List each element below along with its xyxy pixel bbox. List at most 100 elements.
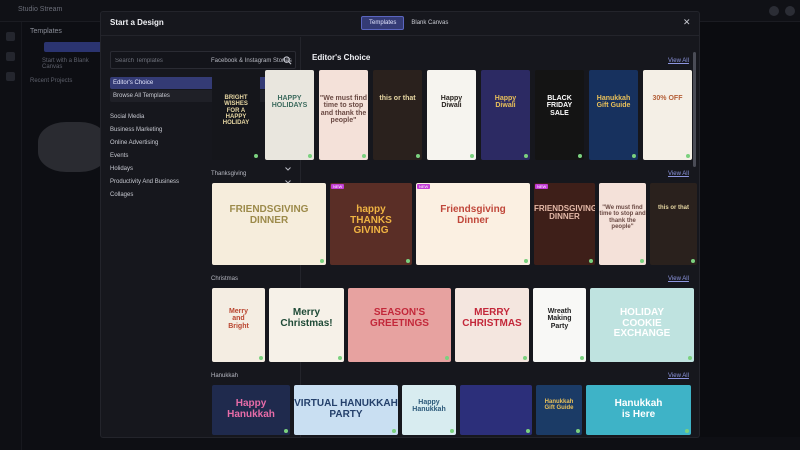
template-card[interactable]: Happy Diwali bbox=[427, 70, 476, 160]
template-status-dot bbox=[308, 154, 312, 158]
template-status-dot bbox=[259, 356, 263, 360]
template-card[interactable]: Merry Christmas! bbox=[269, 288, 344, 362]
template-text: HAPPY HOLIDAYS bbox=[271, 95, 308, 110]
nav-category-label: Events bbox=[110, 153, 129, 159]
help-icon bbox=[769, 6, 779, 16]
section-heading: Editor's Choice bbox=[312, 53, 371, 62]
modal-title: Start a Design bbox=[110, 18, 164, 27]
row-title: Facebook & Instagram Stories bbox=[211, 58, 292, 64]
template-status-dot bbox=[523, 356, 527, 360]
template-status-dot bbox=[362, 154, 366, 158]
template-status-dot bbox=[254, 154, 258, 158]
close-icon[interactable]: ✕ bbox=[683, 17, 691, 28]
template-status-dot bbox=[589, 259, 593, 263]
view-all-link[interactable]: View All bbox=[668, 373, 689, 379]
template-card[interactable]: HAPPY HOLIDAYS bbox=[265, 70, 314, 160]
template-text: Friendsgiving Dinner bbox=[440, 204, 506, 226]
template-status-dot bbox=[578, 154, 582, 158]
nav-category[interactable]: Holidays bbox=[110, 164, 292, 174]
template-status-dot bbox=[320, 259, 324, 263]
view-all-link[interactable]: View All bbox=[668, 171, 689, 177]
template-text: Happy Hanukkah bbox=[227, 398, 275, 420]
template-text: Wreath Making Party bbox=[547, 308, 572, 330]
template-text: HOLIDAY COOKIE EXCHANGE bbox=[613, 307, 671, 339]
template-status-dot bbox=[685, 429, 689, 433]
template-text: happy THANKS GIVING bbox=[350, 204, 392, 236]
template-card[interactable]: "We must find time to stop and thank the… bbox=[319, 70, 368, 160]
template-text: Merry and Bright bbox=[228, 308, 249, 330]
template-card[interactable]: 30% OFF bbox=[643, 70, 692, 160]
tab-templates[interactable]: Templates bbox=[361, 16, 405, 30]
template-status-dot bbox=[688, 356, 692, 360]
template-status-dot bbox=[686, 154, 690, 158]
recent-illustration bbox=[38, 122, 108, 172]
template-status-dot bbox=[632, 154, 636, 158]
start-design-modal: Start a Design Templates Blank Canvas ✕ … bbox=[100, 11, 700, 438]
template-card[interactable]: Merry and Bright bbox=[212, 288, 265, 362]
nav-category-label: Productivity And Business bbox=[110, 179, 180, 185]
template-card[interactable]: "We must find time to stop and thank the… bbox=[599, 183, 646, 265]
new-badge: NEW bbox=[331, 184, 345, 189]
view-all-link[interactable]: View All bbox=[668, 58, 689, 64]
template-text: Merry Christmas! bbox=[280, 307, 333, 329]
template-status-dot bbox=[392, 429, 396, 433]
nav-category-label: Social Media bbox=[110, 114, 145, 120]
app-side-panel: Templates Start with a Blank Canvas Rece… bbox=[22, 22, 114, 450]
template-card[interactable]: this or that bbox=[373, 70, 422, 160]
row-title: Christmas bbox=[211, 276, 239, 282]
template-text: Happy Diwali bbox=[494, 95, 517, 110]
account-icon bbox=[785, 6, 795, 16]
row-title: Thanksgiving bbox=[211, 171, 247, 177]
template-status-dot bbox=[524, 154, 528, 158]
scrollbar[interactable] bbox=[693, 52, 696, 167]
template-text: Hanukkah Gift Guide bbox=[544, 399, 574, 412]
nav-category-label: Collages bbox=[110, 192, 134, 198]
template-card[interactable]: BRIGHT WISHES FOR A HAPPY HOLIDAY bbox=[212, 70, 260, 160]
mode-toggle: Templates Blank Canvas bbox=[361, 16, 455, 30]
view-all-link[interactable]: View All bbox=[668, 276, 689, 282]
template-status-dot bbox=[445, 356, 449, 360]
template-status-dot bbox=[580, 356, 584, 360]
template-card[interactable]: Hanukkah Gift Guide bbox=[589, 70, 638, 160]
template-status-dot bbox=[526, 429, 530, 433]
template-text: "We must find time to stop and thank the… bbox=[319, 95, 368, 125]
template-card[interactable]: Wreath Making Party bbox=[533, 288, 586, 362]
template-status-dot bbox=[576, 429, 580, 433]
template-status-dot bbox=[406, 259, 410, 263]
template-card[interactable]: MERRY CHRISTMAS bbox=[455, 288, 529, 362]
row-title: Hanukkah bbox=[211, 373, 239, 379]
panel-title: Templates bbox=[30, 28, 62, 35]
template-text: 30% OFF bbox=[652, 95, 683, 102]
template-card[interactable]: happy THANKS GIVING NEW bbox=[330, 183, 412, 265]
template-card[interactable]: FRIENDSGIVING DINNER NEW bbox=[534, 183, 595, 265]
template-text: this or that bbox=[658, 205, 689, 211]
template-status-dot bbox=[338, 356, 342, 360]
template-text: BRIGHT WISHES FOR A HAPPY HOLIDAY bbox=[222, 95, 250, 127]
template-card[interactable]: BLACK FRIDAY SALE bbox=[535, 70, 584, 160]
template-card[interactable]: Happy Diwali bbox=[481, 70, 530, 160]
nav-category-label: Holidays bbox=[110, 166, 134, 172]
template-card[interactable]: HOLIDAY COOKIE EXCHANGE bbox=[590, 288, 694, 362]
template-card[interactable]: Happy Hanukkah bbox=[402, 385, 456, 435]
rail-icon-templates bbox=[6, 52, 15, 61]
template-card[interactable]: Hanukkah Gift Guide bbox=[536, 385, 582, 435]
new-badge: NEW bbox=[417, 184, 431, 189]
template-card[interactable]: FRIENDSGIVING DINNER bbox=[212, 183, 326, 265]
template-card[interactable]: Hanukkah is Here bbox=[586, 385, 691, 435]
template-card[interactable] bbox=[460, 385, 532, 435]
template-card[interactable]: Happy Hanukkah bbox=[212, 385, 290, 435]
template-card[interactable]: this or that bbox=[650, 183, 697, 265]
template-card[interactable]: SEASON'S GREETINGS bbox=[348, 288, 451, 362]
nav-category-label: Business Marketing bbox=[110, 127, 163, 133]
template-text: this or that bbox=[379, 95, 416, 102]
template-status-dot bbox=[284, 429, 288, 433]
tab-blank-canvas[interactable]: Blank Canvas bbox=[404, 16, 455, 30]
template-status-dot bbox=[450, 429, 454, 433]
template-text: FRIENDSGIVING DINNER bbox=[229, 204, 309, 226]
template-card[interactable]: Friendsgiving Dinner NEW bbox=[416, 183, 530, 265]
template-text: BLACK FRIDAY SALE bbox=[546, 95, 573, 117]
template-card[interactable]: VIRTUAL HANUKKAH PARTY bbox=[294, 385, 398, 435]
template-status-dot bbox=[640, 259, 644, 263]
modal-header: Start a Design Templates Blank Canvas ✕ bbox=[101, 12, 699, 36]
template-status-dot bbox=[470, 154, 474, 158]
